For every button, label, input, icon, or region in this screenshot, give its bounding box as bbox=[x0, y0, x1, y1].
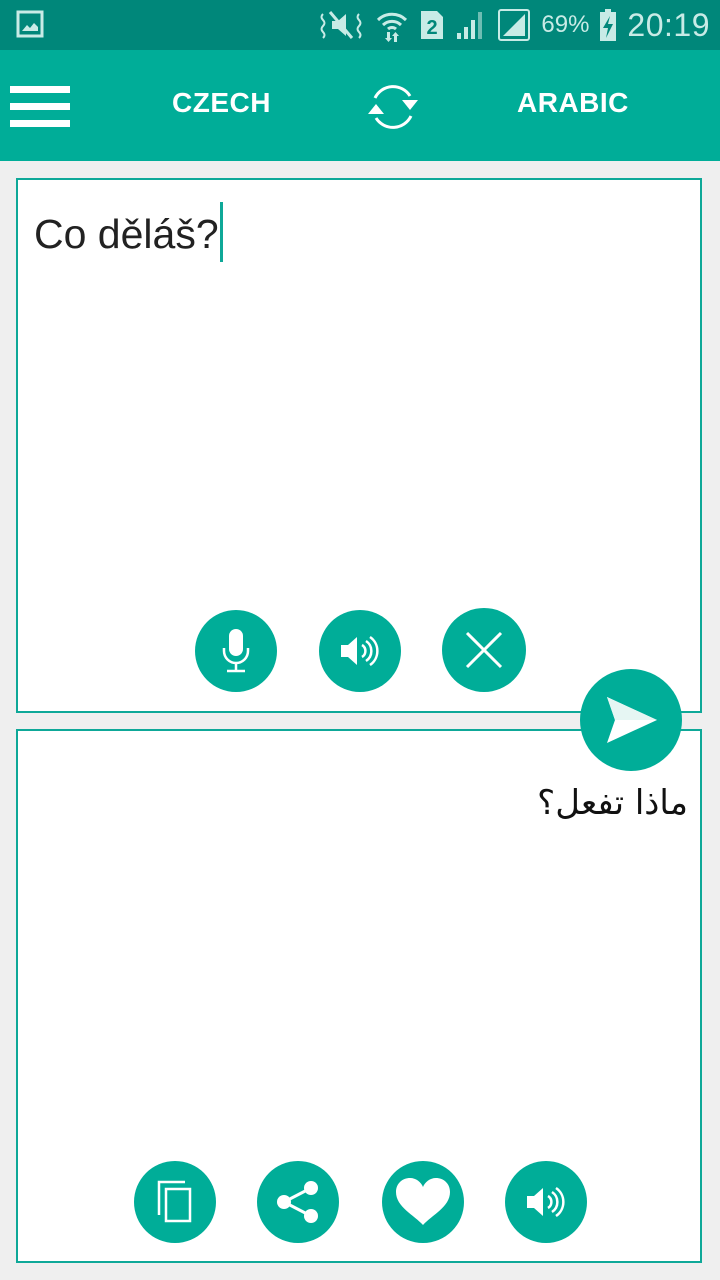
signal-icon bbox=[455, 9, 487, 41]
favorite-button[interactable] bbox=[382, 1161, 464, 1243]
clock: 20:19 bbox=[627, 6, 710, 43]
battery-charging-icon bbox=[599, 8, 617, 42]
text-cursor bbox=[219, 202, 223, 262]
microphone-icon bbox=[222, 629, 250, 673]
copy-button[interactable] bbox=[134, 1161, 216, 1243]
sim-2-icon: 2 bbox=[419, 9, 445, 41]
svg-text:2: 2 bbox=[427, 17, 438, 39]
share-button[interactable] bbox=[257, 1161, 339, 1243]
share-icon bbox=[277, 1181, 318, 1223]
hamburger-menu-icon[interactable] bbox=[10, 86, 70, 128]
speaker-icon bbox=[527, 1186, 565, 1218]
swap-languages-icon[interactable] bbox=[358, 78, 428, 136]
gallery-icon bbox=[16, 10, 44, 38]
send-icon bbox=[607, 697, 657, 743]
status-bar: 2 69% 20:19 bbox=[0, 0, 720, 50]
source-text-input[interactable]: Co děláš? bbox=[34, 202, 223, 262]
app-bar: CZECH ARABIC bbox=[0, 50, 720, 161]
heart-icon bbox=[396, 1178, 450, 1225]
copy-icon bbox=[157, 1180, 192, 1223]
signal-alt-icon bbox=[497, 8, 531, 42]
speak-input-button[interactable] bbox=[319, 610, 401, 692]
speak-output-button[interactable] bbox=[505, 1161, 587, 1243]
microphone-button[interactable] bbox=[195, 610, 277, 692]
source-language-button[interactable]: CZECH bbox=[172, 87, 271, 119]
translated-text: ماذا تفعل؟ bbox=[537, 783, 688, 823]
mute-vibrate-icon bbox=[319, 10, 365, 40]
input-panel[interactable]: Co děláš? bbox=[16, 178, 702, 713]
source-text: Co děláš? bbox=[34, 211, 219, 257]
output-panel: ماذا تفعل؟ bbox=[16, 729, 702, 1263]
translate-button[interactable] bbox=[580, 669, 682, 771]
speaker-icon bbox=[341, 635, 379, 667]
clear-button[interactable] bbox=[442, 608, 526, 692]
close-icon bbox=[465, 631, 503, 669]
battery-percent: 69% bbox=[541, 11, 590, 38]
target-language-button[interactable]: ARABIC bbox=[517, 87, 629, 119]
wifi-data-icon bbox=[375, 8, 409, 42]
